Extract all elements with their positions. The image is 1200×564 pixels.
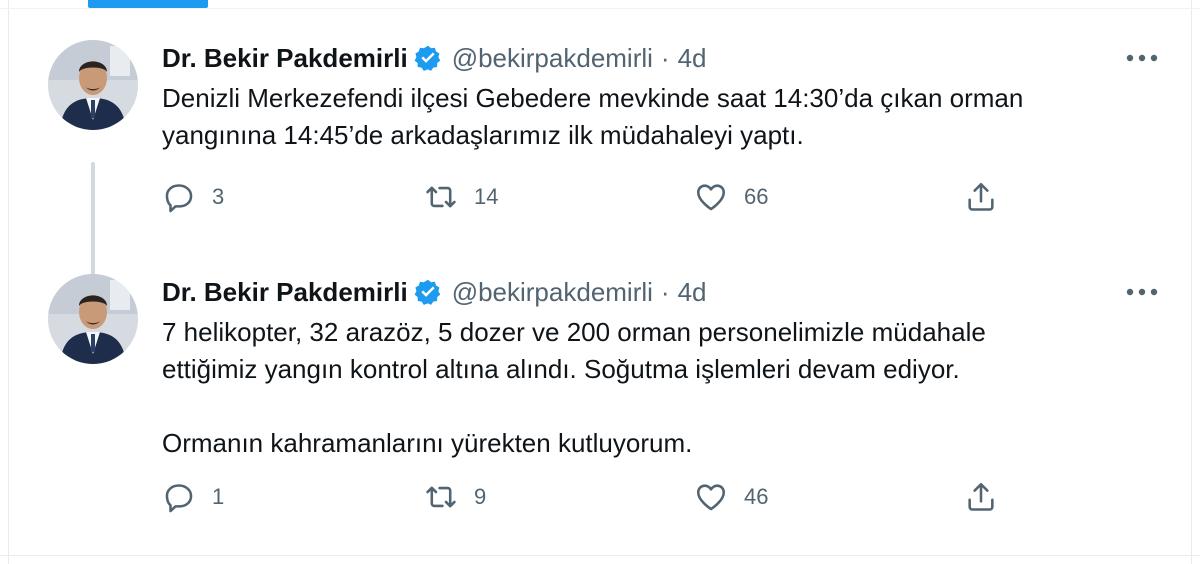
author-name[interactable]: Dr. Bekir Pakdemirli: [162, 277, 408, 308]
reply-count: 1: [212, 484, 225, 509]
author-name[interactable]: Dr. Bekir Pakdemirli: [162, 43, 408, 74]
heart-icon: [696, 484, 726, 511]
reply-count: 3: [212, 184, 225, 209]
tweet-2[interactable]: Dr. Bekir Pakdemirli @bekirpakdemirli · …: [0, 262, 1200, 552]
tweet-body: Dr. Bekir Pakdemirli @bekirpakdemirli · …: [162, 274, 1152, 462]
reply-bubble-icon: [165, 184, 193, 213]
avatar-portrait-icon: [48, 40, 138, 130]
like-button[interactable]: 46: [694, 480, 964, 514]
more-dots-icon: [1126, 54, 1158, 62]
tweet-timestamp[interactable]: 4d: [678, 277, 707, 308]
avatar[interactable]: [48, 40, 138, 130]
reply-button[interactable]: 3: [162, 180, 424, 214]
share-upload-icon: [968, 482, 994, 511]
tweet-actions: 1 9 46: [162, 480, 998, 514]
tweet-header: Dr. Bekir Pakdemirli @bekirpakdemirli · …: [162, 274, 1152, 310]
retweet-arrows-icon: [426, 486, 456, 508]
like-count: 46: [744, 484, 769, 509]
tweet-text: 7 helikopter, 32 arazöz, 5 dozer ve 200 …: [162, 317, 986, 458]
tweet-actions: 3 14 66: [162, 180, 998, 214]
retweet-button[interactable]: 9: [424, 480, 694, 514]
avatar[interactable]: [48, 274, 138, 364]
tweet-body: Dr. Bekir Pakdemirli @bekirpakdemirli · …: [162, 40, 1152, 154]
verified-badge-icon: [414, 278, 442, 306]
header-separator: ·: [660, 42, 670, 73]
more-options-button[interactable]: [1122, 280, 1162, 304]
reply-button[interactable]: 1: [162, 480, 424, 514]
author-handle[interactable]: @bekirpakdemirli: [452, 43, 653, 74]
share-button[interactable]: [964, 180, 998, 214]
avatar-portrait-icon: [48, 274, 138, 364]
more-dots-icon: [1126, 288, 1158, 296]
active-tab-indicator: [88, 0, 208, 8]
retweet-count: 9: [474, 484, 487, 509]
like-button[interactable]: 66: [694, 180, 964, 214]
tweet-header: Dr. Bekir Pakdemirli @bekirpakdemirli · …: [162, 40, 1152, 76]
tweet-timestamp[interactable]: 4d: [678, 43, 707, 74]
reply-bubble-icon: [165, 484, 193, 513]
retweet-button[interactable]: 14: [424, 180, 694, 214]
retweet-arrows-icon: [426, 186, 456, 208]
share-upload-icon: [968, 182, 994, 211]
more-options-button[interactable]: [1122, 46, 1162, 70]
retweet-count: 14: [474, 184, 499, 209]
tweet-1[interactable]: Dr. Bekir Pakdemirli @bekirpakdemirli · …: [0, 28, 1200, 286]
like-count: 66: [744, 184, 769, 209]
frame-bottom-border: [0, 555, 1200, 556]
tweet-text: Denizli Merkezefendi ilçesi Gebedere mev…: [162, 83, 1024, 150]
share-button[interactable]: [964, 480, 998, 514]
heart-icon: [696, 184, 726, 211]
author-handle[interactable]: @bekirpakdemirli: [452, 277, 653, 308]
frame-top-border: [0, 8, 1200, 9]
verified-badge-icon: [414, 44, 442, 72]
header-separator: ·: [660, 276, 670, 307]
